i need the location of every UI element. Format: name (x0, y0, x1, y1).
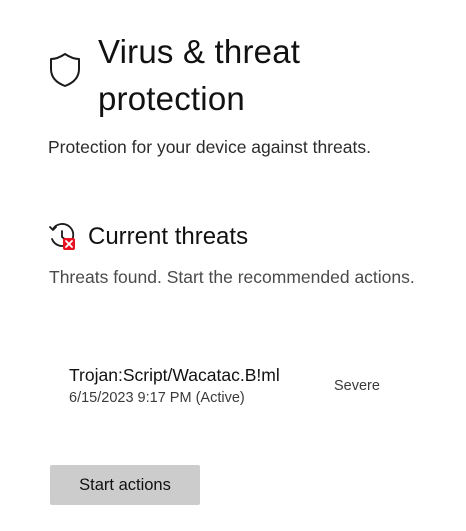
history-alert-icon (49, 223, 75, 250)
current-threats-heading: Current threats (88, 223, 249, 250)
current-threats-description: Threats found. Start the recommended act… (49, 267, 415, 287)
threat-date: 6/15/2023 9:17 PM (Active) (69, 390, 245, 406)
threat-name: Trojan:Script/Wacatac.B!ml (69, 365, 280, 385)
shield-icon (50, 53, 80, 87)
threat-list-item[interactable]: Trojan:Script/Wacatac.B!ml 6/15/2023 9:1… (56, 356, 436, 420)
threat-severity: Severe (334, 378, 380, 394)
start-actions-button[interactable]: Start actions (50, 465, 200, 505)
virus-threat-protection-page: Virus & threat protection Protection for… (0, 0, 466, 531)
page-title: Virus & threat protection (98, 33, 301, 117)
page-subtitle: Protection for your device against threa… (48, 137, 371, 157)
